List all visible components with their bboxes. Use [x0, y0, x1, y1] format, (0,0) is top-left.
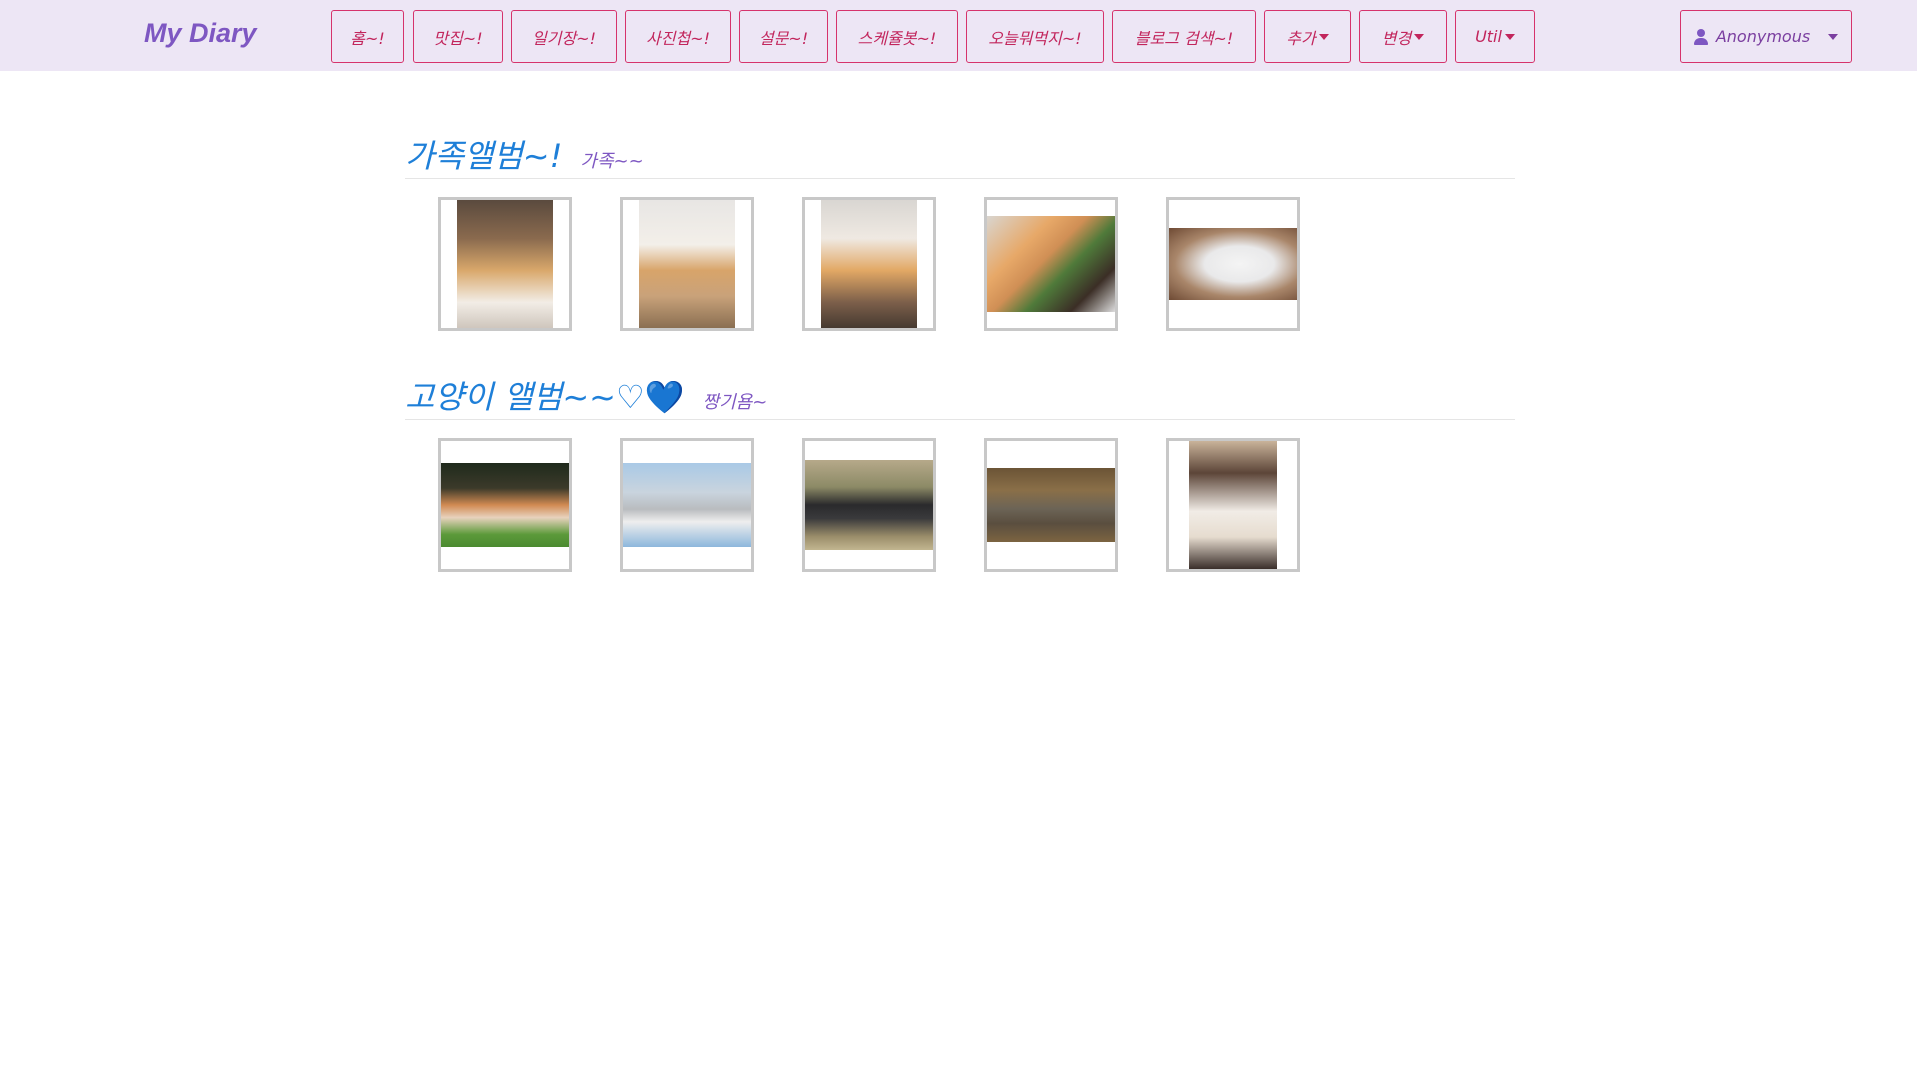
nav-diary-button[interactable]: 일기장~!: [511, 10, 617, 63]
photo-thumbnail[interactable]: [802, 438, 936, 572]
nav-album-button[interactable]: 사진첩~!: [625, 10, 731, 63]
cat-photo: [1189, 441, 1277, 569]
album-header-cats: 고양이 앨범~~♡💙 짱기욤~: [405, 377, 1515, 420]
photo-thumbnail[interactable]: [802, 197, 936, 331]
nav-survey-button[interactable]: 설문~!: [739, 10, 828, 63]
nav-label: 스케쥴봇~!: [857, 28, 937, 48]
nav-label: 사진첩~!: [646, 28, 710, 48]
nav-label: 일기장~!: [532, 28, 596, 48]
photo-thumbnail[interactable]: [438, 197, 572, 331]
nav-label: 오늘뭐먹지~!: [988, 28, 1082, 48]
album-title: 고양이 앨범~~♡💙: [405, 377, 685, 417]
album-title: 가족앨범~!: [405, 137, 563, 175]
nav-blog-search-button[interactable]: 블로그 검색~!: [1112, 10, 1256, 63]
user-menu-dropdown[interactable]: Anonymous: [1680, 10, 1852, 63]
photo-thumbnail[interactable]: [438, 438, 572, 572]
nav-label: 변경: [1381, 28, 1412, 48]
nav-home-button[interactable]: 홈~!: [331, 10, 404, 63]
photo-thumbnail[interactable]: [1166, 438, 1300, 572]
nav-label: 맛집~!: [433, 28, 483, 48]
nav-change-dropdown[interactable]: 변경: [1359, 10, 1447, 63]
cat-photo: [441, 463, 569, 547]
nav-label: 설문~!: [758, 28, 809, 48]
top-navbar: My Diary 홈~! 맛집~! 일기장~! 사진첩~! 설문~! 스케쥴봇~…: [0, 0, 1917, 71]
cat-photo: [821, 200, 917, 328]
nav-label: 추가: [1286, 28, 1316, 48]
nav-util-dropdown[interactable]: Util: [1455, 10, 1535, 63]
nav-label: Util: [1475, 27, 1502, 46]
photo-thumbnail[interactable]: [620, 438, 754, 572]
album-subtitle: 짱기욤~: [702, 392, 768, 413]
caret-down-icon: [1504, 33, 1515, 40]
album-title-text: 고양이 앨범~~♡: [405, 378, 645, 416]
nav-label: 블로그 검색~!: [1134, 28, 1234, 48]
brand-logo[interactable]: My Diary: [144, 15, 257, 51]
cat-photo: [639, 200, 735, 328]
user-icon: [1693, 28, 1708, 45]
photo-thumbnail[interactable]: [984, 438, 1118, 572]
caret-down-icon: [1828, 33, 1839, 40]
caret-down-icon: [1414, 33, 1425, 40]
nav-schedulebot-button[interactable]: 스케쥴봇~!: [836, 10, 958, 63]
blue-heart-icon: 💙: [644, 378, 685, 416]
cat-photo: [987, 216, 1115, 312]
nav-label: 홈~!: [350, 28, 385, 48]
cat-photo: [623, 463, 751, 547]
photo-thumbnail[interactable]: [1166, 197, 1300, 331]
caret-down-icon: [1318, 33, 1329, 40]
nav-add-dropdown[interactable]: 추가: [1264, 10, 1351, 63]
cat-photo: [457, 200, 553, 328]
nav-whattoeat-button[interactable]: 오늘뭐먹지~!: [966, 10, 1104, 63]
album-subtitle: 가족~~: [580, 151, 644, 172]
photo-thumbnail[interactable]: [984, 197, 1118, 331]
user-name: Anonymous: [1715, 27, 1811, 46]
cat-photo: [987, 468, 1115, 542]
album-header-family: 가족앨범~! 가족~~: [405, 136, 1515, 179]
photo-thumbnail[interactable]: [620, 197, 754, 331]
cat-photo: [805, 460, 933, 550]
cat-photo: [1169, 228, 1297, 300]
nav-restaurant-button[interactable]: 맛집~!: [413, 10, 503, 63]
